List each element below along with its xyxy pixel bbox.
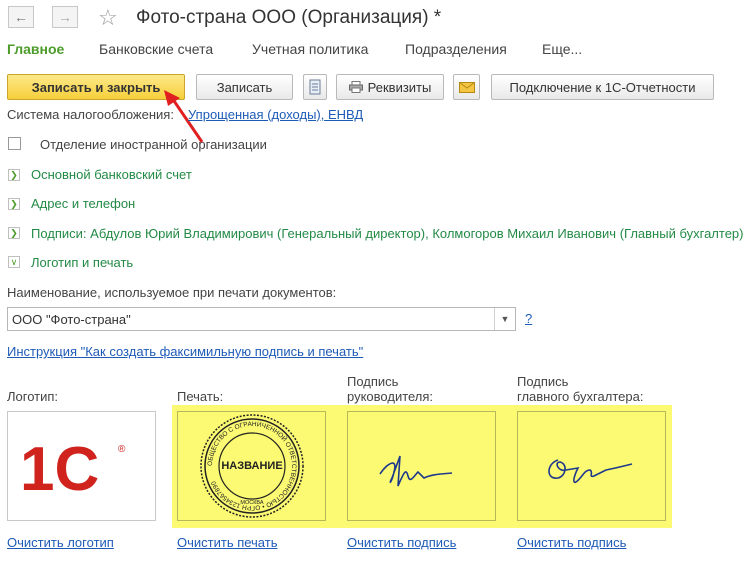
print-name-input[interactable]: ООО "Фото-страна" ▼ bbox=[7, 307, 516, 331]
clear-logo-link[interactable]: Очистить логотип bbox=[7, 535, 114, 550]
instruction-link[interactable]: Инструкция "Как создать факсимильную под… bbox=[7, 344, 363, 359]
svg-text:МОСКВА: МОСКВА bbox=[240, 500, 264, 506]
tab-more[interactable]: Еще... bbox=[542, 41, 582, 57]
page-title: Фото-страна ООО (Организация) * bbox=[136, 7, 442, 28]
foreign-branch-checkbox[interactable] bbox=[8, 137, 21, 150]
arrow-left-icon: ← bbox=[14, 9, 28, 25]
stamp-label: Печать: bbox=[177, 389, 224, 404]
save-button[interactable]: Записать bbox=[196, 74, 293, 100]
envelope-icon bbox=[458, 81, 475, 93]
svg-text:НАЗВАНИЕ: НАЗВАНИЕ bbox=[221, 460, 282, 472]
forward-button[interactable]: → bbox=[52, 6, 78, 28]
accountant-signature-image[interactable] bbox=[517, 411, 666, 521]
arrow-right-icon: → bbox=[58, 9, 72, 25]
connect-1c-reporting-button[interactable]: Подключение к 1С-Отчетности bbox=[491, 74, 714, 100]
expand-signatures-icon[interactable]: ❯ bbox=[8, 227, 20, 239]
help-link[interactable]: ? bbox=[525, 311, 532, 326]
tab-main[interactable]: Главное bbox=[7, 41, 64, 57]
logo-image[interactable]: 1С ® bbox=[7, 411, 156, 521]
section-logo-stamp[interactable]: Логотип и печать bbox=[31, 255, 133, 270]
section-address-phone[interactable]: Адрес и телефон bbox=[31, 196, 135, 211]
tab-bank-accounts[interactable]: Банковские счета bbox=[99, 41, 213, 57]
tab-accounting-policy[interactable]: Учетная политика bbox=[252, 41, 368, 57]
foreign-branch-label: Отделение иностранной организации bbox=[40, 137, 267, 152]
clear-stamp-link[interactable]: Очистить печать bbox=[177, 535, 277, 550]
stamp-icon: ОБЩЕСТВО С ОГРАНИЧЕННОЙ ОТВЕТСТВЕННОСТЬЮ… bbox=[200, 414, 304, 518]
expand-bank-icon[interactable]: ❯ bbox=[8, 169, 20, 181]
clear-accountant-signature-link[interactable]: Очистить подпись bbox=[517, 535, 626, 550]
requisites-button[interactable]: Реквизиты bbox=[336, 74, 444, 100]
expand-address-icon[interactable]: ❯ bbox=[8, 198, 20, 210]
stamp-image[interactable]: ОБЩЕСТВО С ОГРАНИЧЕННОЙ ОТВЕТСТВЕННОСТЬЮ… bbox=[177, 411, 326, 521]
logo-1c-icon: 1С ® bbox=[20, 435, 126, 504]
director-signature-label-1: Подпись bbox=[347, 374, 399, 389]
svg-text:®: ® bbox=[118, 444, 126, 455]
dropdown-icon[interactable]: ▼ bbox=[494, 308, 515, 330]
report-button[interactable] bbox=[303, 74, 327, 100]
signature-icon bbox=[548, 459, 633, 484]
section-bank-account[interactable]: Основной банковский счет bbox=[31, 167, 192, 182]
clear-director-signature-link[interactable]: Очистить подпись bbox=[347, 535, 456, 550]
tax-system-link[interactable]: Упрощенная (доходы), ЕНВД bbox=[188, 107, 363, 122]
print-name-label: Наименование, используемое при печати до… bbox=[7, 285, 337, 300]
collapse-logo-icon[interactable]: ∨ bbox=[8, 256, 20, 268]
printer-icon bbox=[348, 81, 363, 93]
email-button[interactable] bbox=[453, 74, 480, 100]
director-signature-image[interactable] bbox=[347, 411, 496, 521]
back-button[interactable]: ← bbox=[8, 6, 34, 28]
tab-departments[interactable]: Подразделения bbox=[405, 41, 507, 57]
star-icon[interactable]: ☆ bbox=[98, 5, 118, 31]
director-signature-label-2: руководителя: bbox=[347, 389, 434, 404]
save-and-close-button[interactable]: Записать и закрыть bbox=[7, 74, 185, 100]
section-signatures[interactable]: Подписи: Абдулов Юрий Владимирович (Гене… bbox=[31, 226, 743, 241]
document-icon bbox=[309, 79, 321, 95]
signature-icon bbox=[379, 455, 453, 487]
svg-text:1С: 1С bbox=[20, 435, 99, 504]
tax-system-label: Система налогообложения: bbox=[7, 107, 174, 122]
accountant-signature-label-2: главного бухгалтера: bbox=[517, 389, 644, 404]
logo-label: Логотип: bbox=[7, 389, 59, 404]
accountant-signature-label-1: Подпись bbox=[517, 374, 569, 389]
